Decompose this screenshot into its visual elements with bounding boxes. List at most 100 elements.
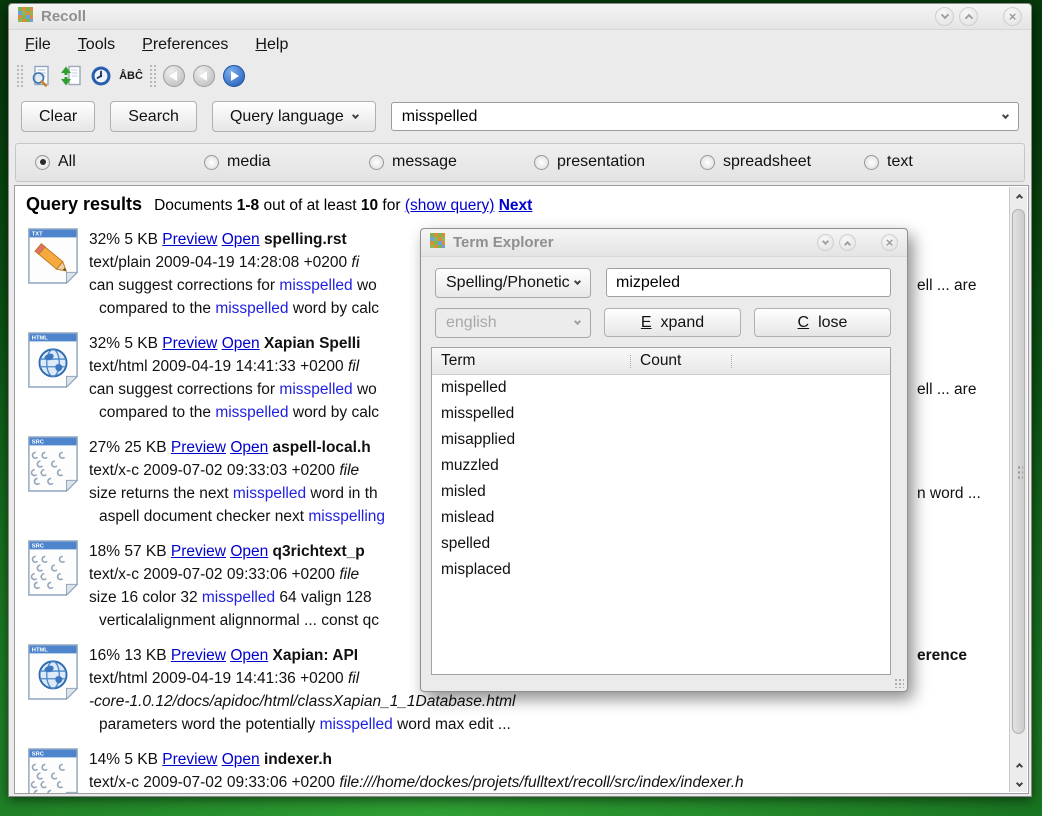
- result-link[interactable]: Preview: [171, 543, 226, 560]
- history-clock-icon[interactable]: [86, 62, 116, 90]
- close-dialog-button[interactable]: Close: [754, 308, 891, 337]
- filter-option-all[interactable]: All: [35, 153, 76, 171]
- radio-button[interactable]: [35, 155, 50, 170]
- src-file-icon: SRC: [26, 436, 80, 492]
- text-segment: parameters word the potentially: [99, 716, 320, 733]
- expand-button[interactable]: Expand: [604, 308, 741, 337]
- text-segment: compared to the: [99, 300, 215, 317]
- toolbar-drag-handle[interactable]: [16, 64, 23, 88]
- filter-option-text[interactable]: text: [864, 153, 913, 171]
- term-row[interactable]: misspelled: [432, 401, 890, 427]
- chevron-down-icon: [352, 111, 359, 118]
- result-link[interactable]: Open: [230, 439, 268, 456]
- text-segment: fi: [351, 254, 359, 271]
- search-button[interactable]: Search: [110, 101, 197, 132]
- text-segment: word in th: [306, 485, 378, 502]
- result-link[interactable]: Preview: [171, 647, 226, 664]
- result-link[interactable]: Next: [499, 197, 533, 214]
- close-button[interactable]: ×: [1003, 7, 1022, 26]
- term-table-header[interactable]: Term Count: [432, 348, 890, 375]
- radio-button[interactable]: [864, 155, 879, 170]
- text-segment: file: [339, 462, 359, 479]
- shade-up-button[interactable]: [959, 7, 978, 26]
- results-scrollbar[interactable]: [1009, 187, 1027, 792]
- menu-preferences[interactable]: Preferences: [142, 36, 228, 54]
- result-link[interactable]: Preview: [171, 439, 226, 456]
- result-link[interactable]: Open: [230, 647, 268, 664]
- term-value: misled: [432, 479, 630, 505]
- text-segment: 16% 13 KB: [89, 647, 171, 664]
- shade-down-button[interactable]: [935, 7, 954, 26]
- radio-button[interactable]: [534, 155, 549, 170]
- result-link[interactable]: Preview: [162, 751, 217, 768]
- search-query-input[interactable]: [402, 108, 995, 126]
- dialog-titlebar[interactable]: Term Explorer ×: [421, 229, 907, 257]
- text-segment: fil: [348, 670, 359, 687]
- term-row[interactable]: misled: [432, 479, 890, 505]
- filter-option-spreadsheet[interactable]: spreadsheet: [700, 153, 811, 171]
- result-link[interactable]: Open: [222, 751, 260, 768]
- result-line: -core-1.0.12/docs/apidoc/html/classXapia…: [89, 690, 1004, 713]
- resize-grip[interactable]: [894, 678, 904, 688]
- document-preview-icon[interactable]: [26, 62, 56, 90]
- previous-page-icon[interactable]: [193, 65, 215, 87]
- recoll-logo-icon: [430, 233, 445, 248]
- close-button[interactable]: ×: [881, 234, 898, 251]
- menu-file[interactable]: File: [25, 36, 51, 54]
- search-query-combobox[interactable]: [391, 102, 1019, 131]
- query-language-dropdown[interactable]: Query language: [212, 101, 376, 132]
- term-value: mislead: [432, 505, 630, 531]
- column-separator[interactable]: [731, 355, 732, 368]
- clear-button[interactable]: Clear: [21, 101, 95, 132]
- term-row[interactable]: mislead: [432, 505, 890, 531]
- term-row[interactable]: misapplied: [432, 427, 890, 453]
- text-segment: file:///home/dockes/projets/fulltext/rec…: [339, 774, 743, 791]
- menu-help[interactable]: Help: [255, 36, 288, 54]
- term-row[interactable]: muzzled: [432, 453, 890, 479]
- term-rows: mispelledmisspelledmisappliedmuzzledmisl…: [432, 375, 890, 583]
- radio-button[interactable]: [700, 155, 715, 170]
- chevron-down-icon[interactable]: [1002, 111, 1009, 118]
- filter-option-presentation[interactable]: presentation: [534, 153, 645, 171]
- main-titlebar[interactable]: Recoll ×: [9, 4, 1031, 30]
- term-value: muzzled: [432, 453, 630, 479]
- result-link[interactable]: (show query): [405, 197, 495, 214]
- filter-option-media[interactable]: media: [204, 153, 271, 171]
- next-page-icon[interactable]: [223, 65, 245, 87]
- result-link[interactable]: Preview: [162, 231, 217, 248]
- expansion-type-dropdown[interactable]: Spelling/Phonetic: [435, 268, 591, 298]
- recoll-logo-icon: [18, 7, 33, 22]
- shade-up-button[interactable]: [839, 234, 856, 251]
- text-segment: erence: [917, 647, 967, 664]
- text-segment: q3richtext_p: [273, 543, 365, 560]
- scrollbar-thumb[interactable]: [1012, 209, 1025, 734]
- result-link[interactable]: Open: [230, 543, 268, 560]
- term-column-header[interactable]: Term: [432, 352, 630, 370]
- result-link[interactable]: Open: [222, 335, 260, 352]
- svg-text:TXT: TXT: [32, 232, 43, 238]
- radio-button[interactable]: [369, 155, 384, 170]
- result-line-fragment: n word ...: [917, 482, 981, 505]
- text-segment: 14% 5 KB: [89, 751, 162, 768]
- result-link[interactable]: Preview: [162, 335, 217, 352]
- scroll-up-icon[interactable]: [1012, 189, 1026, 203]
- filter-option-message[interactable]: message: [369, 153, 457, 171]
- menu-tools[interactable]: Tools: [78, 36, 115, 54]
- scroll-up-icon[interactable]: [1012, 758, 1026, 772]
- scroll-down-icon[interactable]: [1012, 775, 1026, 789]
- sort-documents-icon[interactable]: [56, 62, 86, 90]
- term-row[interactable]: mispelled: [432, 375, 890, 401]
- count-column-header[interactable]: Count: [631, 352, 731, 370]
- result-line-fragment: ell ... are: [917, 274, 976, 297]
- filter-label: spreadsheet: [723, 153, 811, 171]
- term-explorer-abc-icon[interactable]: ÅBĈ: [116, 62, 146, 90]
- term-input[interactable]: [606, 268, 891, 297]
- term-row[interactable]: misplaced: [432, 557, 890, 583]
- radio-button[interactable]: [204, 155, 219, 170]
- shade-down-button[interactable]: [817, 234, 834, 251]
- text-segment: spelling.rst: [264, 231, 347, 248]
- result-link[interactable]: Open: [222, 231, 260, 248]
- text-segment: misspelled: [215, 404, 288, 421]
- first-page-icon[interactable]: [163, 65, 185, 87]
- term-row[interactable]: spelled: [432, 531, 890, 557]
